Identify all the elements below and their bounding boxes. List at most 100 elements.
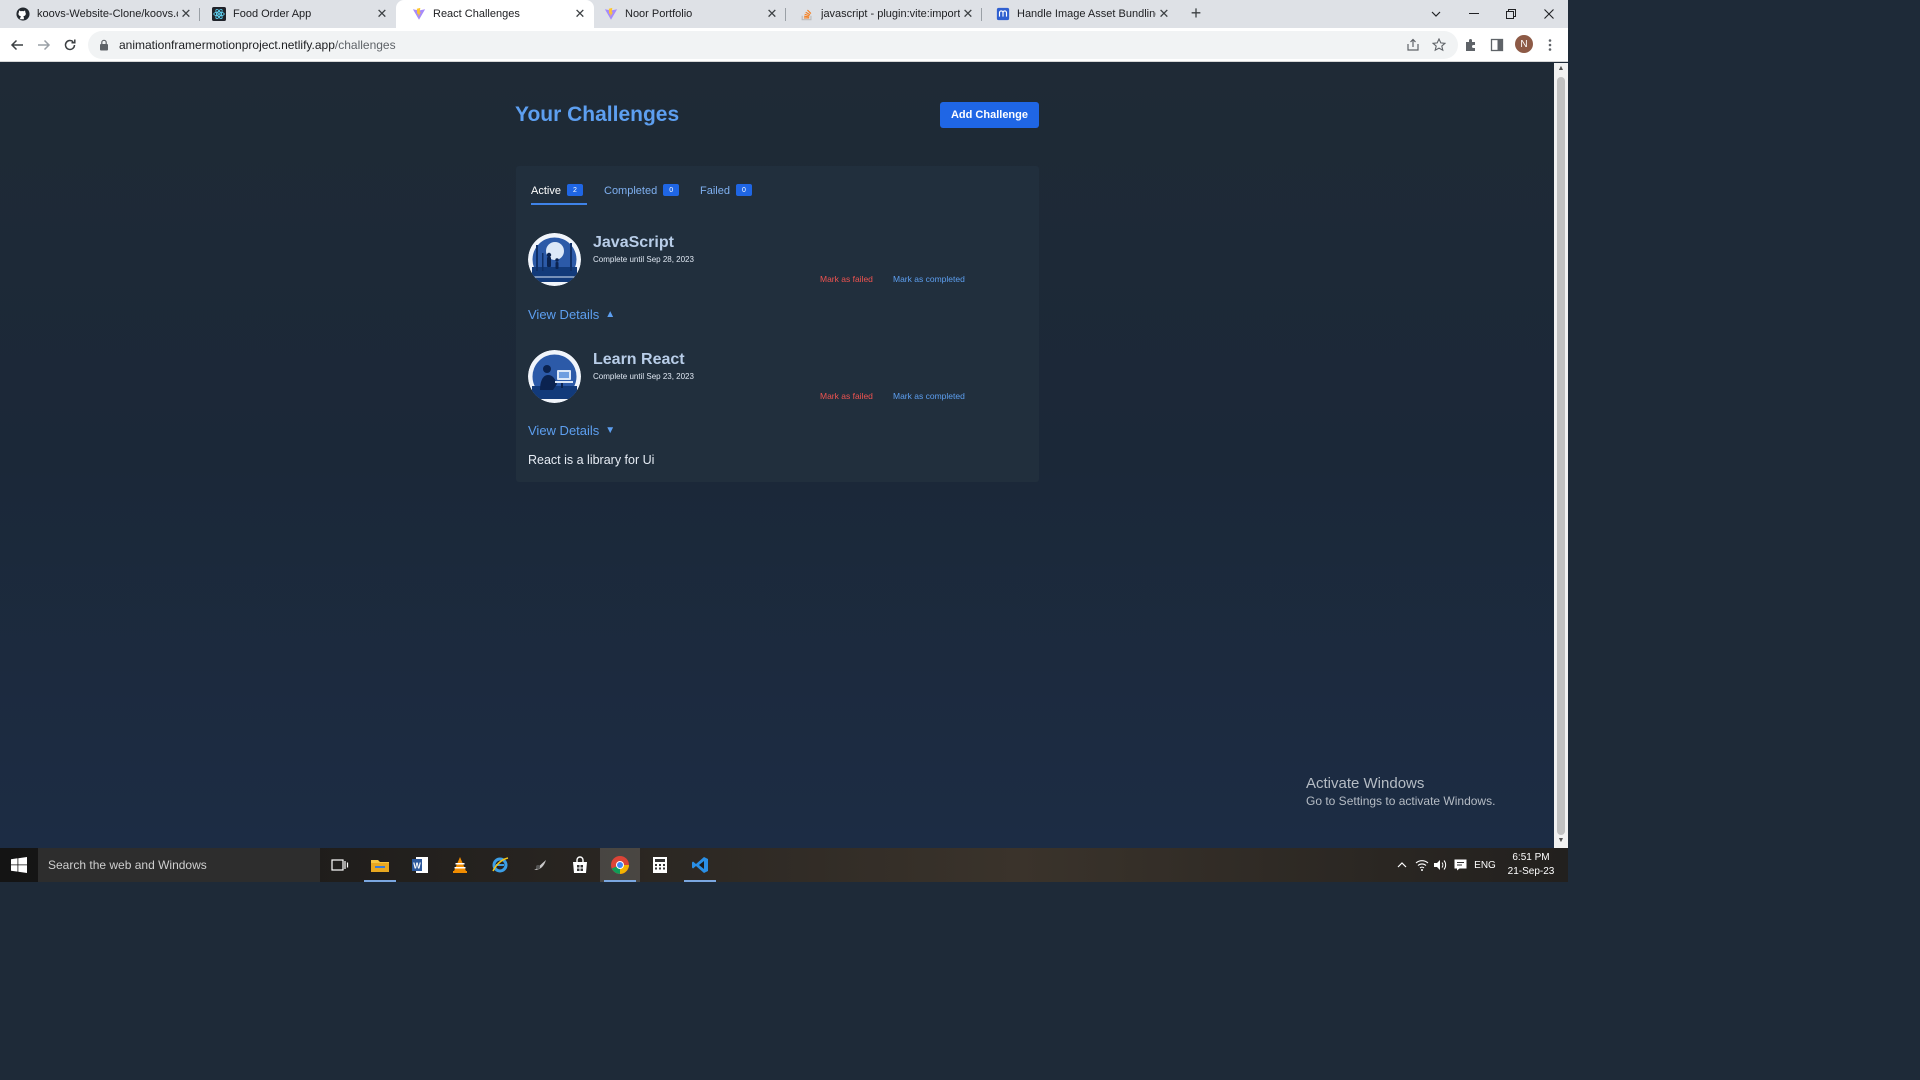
tab-label: Failed bbox=[700, 185, 730, 197]
stackoverflow-icon bbox=[800, 7, 814, 21]
internet-explorer-icon[interactable] bbox=[480, 848, 520, 882]
svg-text:W: W bbox=[413, 862, 421, 871]
tab-title: javascript - plugin:vite:import-an bbox=[821, 8, 960, 20]
tab-title: React Challenges bbox=[433, 8, 520, 20]
browser-tab-food-order[interactable]: Food Order App ✕ bbox=[196, 0, 396, 28]
tab-title: koovs-Website-Clone/koovs.com bbox=[37, 8, 178, 20]
share-icon[interactable] bbox=[1404, 36, 1422, 54]
mark-as-failed-button[interactable]: Mark as failed bbox=[820, 391, 873, 401]
chevron-down-icon: ▼ bbox=[605, 425, 616, 436]
close-tab-icon[interactable]: ✕ bbox=[178, 6, 194, 22]
challenge-item: JavaScript Complete until Sep 28, 2023 M… bbox=[528, 233, 1028, 333]
challenge-description: React is a library for Ui bbox=[528, 453, 655, 467]
chevron-up-icon: ▲ bbox=[605, 309, 616, 320]
chrome-icon[interactable] bbox=[600, 848, 640, 882]
close-window-icon[interactable] bbox=[1537, 0, 1561, 28]
vscode-icon[interactable] bbox=[680, 848, 720, 882]
tab-title: Noor Portfolio bbox=[625, 8, 693, 20]
restore-icon[interactable] bbox=[1499, 0, 1523, 28]
bookmark-star-icon[interactable] bbox=[1430, 36, 1448, 54]
browser-tab-stackoverflow[interactable]: javascript - plugin:vite:import-an ✕ bbox=[784, 0, 982, 28]
extensions-icon[interactable] bbox=[1462, 36, 1480, 54]
tab-label: Active bbox=[531, 185, 561, 197]
profile-avatar[interactable]: N bbox=[1515, 35, 1533, 53]
count-badge: 2 bbox=[566, 184, 583, 196]
scroll-up-icon[interactable]: ▲ bbox=[1557, 65, 1565, 72]
close-tab-icon[interactable]: ✕ bbox=[764, 6, 780, 22]
challenge-image bbox=[528, 233, 581, 286]
minimize-icon[interactable] bbox=[1462, 0, 1486, 28]
url-path: /challenges bbox=[334, 38, 396, 52]
page-viewport: Your Challenges Add Challenge Active 2 C… bbox=[0, 63, 1554, 848]
count-badge: 0 bbox=[735, 184, 752, 196]
calculator-icon[interactable] bbox=[640, 848, 680, 882]
activate-windows-watermark: Activate Windows Go to Settings to activ… bbox=[1306, 775, 1495, 808]
back-icon[interactable] bbox=[8, 36, 26, 54]
taskbar-search-placeholder: Search the web and Windows bbox=[48, 858, 207, 872]
tab-title: Food Order App bbox=[233, 8, 312, 20]
tab-active[interactable]: Active 2 bbox=[531, 183, 587, 207]
language-indicator[interactable]: ENG bbox=[1472, 848, 1498, 882]
close-tab-icon[interactable]: ✕ bbox=[572, 6, 588, 22]
reload-icon[interactable] bbox=[61, 36, 79, 54]
vlc-icon[interactable] bbox=[440, 848, 480, 882]
view-details-toggle[interactable]: View Details ▼ bbox=[528, 423, 615, 438]
clock-time: 6:51 PM bbox=[1512, 852, 1550, 863]
show-hidden-icons-icon[interactable] bbox=[1394, 848, 1410, 882]
challenge-image bbox=[528, 350, 581, 403]
task-view-icon[interactable] bbox=[320, 848, 360, 882]
file-explorer-icon[interactable] bbox=[360, 848, 400, 882]
vite-icon bbox=[412, 7, 426, 21]
view-details-toggle[interactable]: View Details ▲ bbox=[528, 307, 615, 322]
watermark-subtitle: Go to Settings to activate Windows. bbox=[1306, 794, 1496, 808]
store-icon[interactable] bbox=[560, 848, 600, 882]
view-details-label: View Details bbox=[528, 307, 600, 322]
challenge-title: JavaScript bbox=[593, 234, 674, 251]
blog-icon bbox=[996, 7, 1010, 21]
browser-tab-koovs[interactable]: koovs-Website-Clone/koovs.com ✕ bbox=[0, 0, 200, 28]
challenges-panel: Active 2 Completed 0 Failed 0 JavaScript… bbox=[516, 166, 1039, 482]
challenge-deadline: Complete until Sep 23, 2023 bbox=[593, 372, 694, 381]
react-icon bbox=[212, 7, 226, 21]
scroll-down-icon[interactable]: ▼ bbox=[1557, 837, 1565, 844]
challenge-deadline: Complete until Sep 28, 2023 bbox=[593, 255, 694, 264]
close-tab-icon[interactable]: ✕ bbox=[960, 6, 976, 22]
action-center-icon[interactable] bbox=[1452, 848, 1468, 882]
close-tab-icon[interactable]: ✕ bbox=[1156, 6, 1172, 22]
browser-toolbar: animationframermotionproject.netlify.app… bbox=[0, 28, 1568, 62]
tab-failed[interactable]: Failed 0 bbox=[700, 183, 760, 207]
address-bar[interactable]: animationframermotionproject.netlify.app… bbox=[88, 31, 1458, 59]
windows-start-button[interactable] bbox=[0, 848, 38, 882]
browser-tab-image-bundling[interactable]: Handle Image Asset Bundling us ✕ bbox=[980, 0, 1178, 28]
mark-as-completed-button[interactable]: Mark as completed bbox=[893, 274, 965, 284]
scrollbar-thumb[interactable] bbox=[1557, 77, 1565, 835]
network-icon[interactable] bbox=[1414, 848, 1430, 882]
tab-title: Handle Image Asset Bundling us bbox=[1017, 8, 1156, 20]
media-app-icon[interactable] bbox=[520, 848, 560, 882]
tab-search-icon[interactable] bbox=[1426, 0, 1446, 28]
word-icon[interactable]: W bbox=[400, 848, 440, 882]
add-challenge-button[interactable]: Add Challenge bbox=[940, 102, 1039, 128]
taskbar-clock[interactable]: 6:51 PM 21-Sep-23 bbox=[1505, 851, 1557, 879]
volume-icon[interactable] bbox=[1432, 848, 1448, 882]
page-scrollbar[interactable]: ▲ ▼ bbox=[1554, 63, 1568, 848]
url-host: animationframermotionproject.netlify.app bbox=[119, 38, 335, 52]
browser-tab-strip: koovs-Website-Clone/koovs.com ✕ Food Ord… bbox=[0, 0, 1568, 28]
count-badge: 0 bbox=[663, 184, 680, 196]
mark-as-completed-button[interactable]: Mark as completed bbox=[893, 391, 965, 401]
watermark-title: Activate Windows bbox=[1306, 775, 1425, 792]
side-panel-icon[interactable] bbox=[1488, 36, 1506, 54]
chrome-menu-icon[interactable] bbox=[1541, 36, 1559, 54]
new-tab-button[interactable]: + bbox=[1186, 4, 1206, 24]
lock-icon bbox=[98, 39, 110, 51]
mark-as-failed-button[interactable]: Mark as failed bbox=[820, 274, 873, 284]
tab-completed[interactable]: Completed 0 bbox=[604, 183, 684, 207]
taskbar-search-box[interactable]: Search the web and Windows bbox=[38, 848, 320, 882]
vite-icon bbox=[604, 7, 618, 21]
close-tab-icon[interactable]: ✕ bbox=[374, 6, 390, 22]
forward-icon[interactable] bbox=[35, 36, 53, 54]
github-icon bbox=[16, 7, 30, 21]
tab-label: Completed bbox=[604, 185, 658, 197]
browser-tab-react-challenges[interactable]: React Challenges ✕ bbox=[396, 0, 594, 28]
browser-tab-noor-portfolio[interactable]: Noor Portfolio ✕ bbox=[588, 0, 786, 28]
